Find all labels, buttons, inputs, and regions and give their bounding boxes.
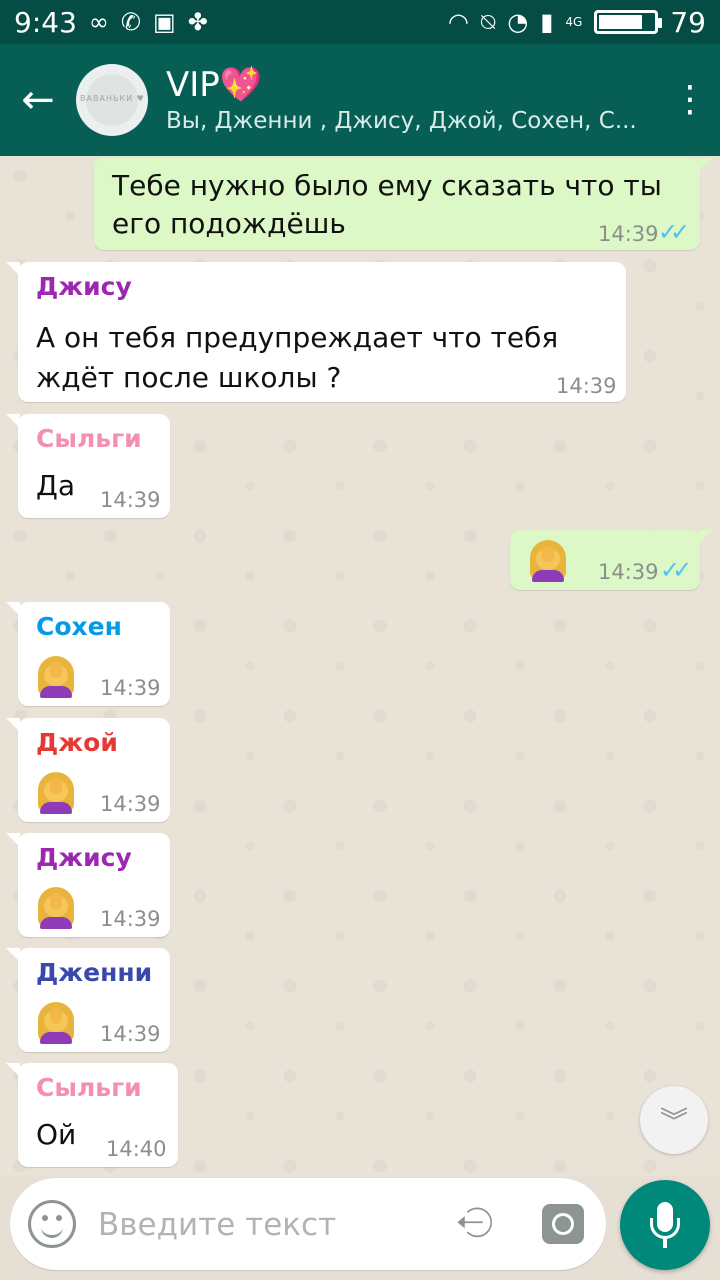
message-time: 14:39	[100, 676, 161, 700]
message-time: 14:39	[556, 374, 617, 398]
message-incoming[interactable]: Сыльги Ой 14:40	[6, 1063, 178, 1167]
image-icon: ▣	[153, 8, 176, 36]
camera-icon[interactable]	[542, 1204, 584, 1244]
battery-level: 79	[670, 5, 706, 39]
message-text: его подождёшь	[112, 207, 346, 240]
message-time: 14:39	[100, 488, 161, 512]
message-text: Да	[36, 469, 76, 502]
attach-paperclip-icon[interactable]: ⎋	[450, 1196, 505, 1251]
message-sender: Джой	[36, 728, 118, 757]
battery-icon	[594, 10, 663, 34]
avatar-label: ВАВАНЬКИ ♥	[80, 94, 145, 103]
message-text: Ой	[36, 1118, 77, 1151]
message-time: 14:39	[598, 222, 659, 246]
message-text: Тебе нужно было ему сказать что ты	[112, 169, 662, 202]
wifi-icon: ◔	[507, 8, 529, 36]
chat-participants: Вы, Дженни , Джису, Джой, Сохен, С...	[166, 108, 637, 134]
chevron-double-down-icon: ︾	[659, 1105, 688, 1138]
headphones-icon: ◠	[447, 8, 469, 36]
message-time: 14:39	[100, 907, 161, 931]
message-sender: Джису	[36, 843, 132, 872]
message-time: 14:39	[100, 1022, 161, 1046]
chat-header: ← ВАВАНЬКИ ♥ VIP💖 Вы, Дженни , Джису, Дж…	[0, 44, 720, 156]
read-receipt-icon: ✓✓	[658, 218, 690, 246]
facepalm-emoji-icon	[36, 887, 76, 929]
message-time: 14:39	[598, 560, 659, 584]
message-sender: Дженни	[36, 958, 153, 987]
signal-icon: ▮	[540, 8, 554, 36]
message-list[interactable]: Тебе нужно было ему сказать что ты его п…	[0, 156, 720, 1176]
facepalm-emoji-icon	[36, 656, 76, 698]
message-text: ждёт после школы ?	[36, 361, 342, 394]
message-time: 14:40	[106, 1137, 167, 1161]
message-incoming[interactable]: Джису А он тебя предупреждает что тебя ж…	[6, 262, 626, 402]
voice-record-button[interactable]	[620, 1180, 710, 1270]
facepalm-emoji-icon	[36, 772, 76, 814]
message-sender: Сыльги	[36, 424, 142, 453]
message-incoming[interactable]: Джису 14:39	[6, 833, 170, 937]
emoji-icon[interactable]	[28, 1200, 76, 1248]
message-text: А он тебя предупреждает что тебя	[36, 321, 559, 354]
clover-icon: ✤	[187, 8, 208, 36]
whatsapp-icon: ✆	[120, 8, 141, 36]
scroll-down-button[interactable]: ︾	[640, 1086, 708, 1154]
message-sender: Джису	[36, 272, 132, 301]
message-sender: Сыльги	[36, 1073, 142, 1102]
read-receipt-icon: ✓✓	[660, 556, 692, 584]
message-composer: ⎋	[10, 1178, 606, 1270]
back-arrow-icon[interactable]: ←	[0, 44, 76, 156]
infinity-icon: ∞	[88, 8, 109, 36]
group-avatar[interactable]: ВАВАНЬКИ ♥	[76, 64, 148, 136]
status-time: 9:43	[14, 5, 77, 39]
status-bar: 9:43 ∞ ✆ ▣ ✤ ◠ ⍉ ◔ ▮ 4G 79	[0, 0, 720, 44]
facepalm-emoji-icon	[528, 540, 568, 582]
message-time: 14:39	[100, 792, 161, 816]
message-outgoing[interactable]: Тебе нужно было ему сказать что ты его п…	[94, 158, 712, 250]
signal-4g-icon: 4G	[565, 15, 583, 29]
message-incoming[interactable]: Дженни 14:39	[6, 948, 170, 1052]
facepalm-emoji-icon	[36, 1002, 76, 1044]
message-outgoing[interactable]: 14:39 ✓✓	[510, 530, 712, 590]
chat-title-area[interactable]: VIP💖 Вы, Дженни , Джису, Джой, Сохен, С.…	[166, 64, 660, 136]
message-incoming[interactable]: Сыльги Да 14:39	[6, 414, 170, 518]
message-sender: Сохен	[36, 612, 122, 641]
message-incoming[interactable]: Сохен 14:39	[6, 602, 170, 706]
more-options-icon[interactable]: ⋮	[660, 82, 720, 118]
message-input[interactable]	[96, 1198, 440, 1252]
bell-off-icon: ⍉	[480, 8, 496, 36]
message-incoming[interactable]: Джой 14:39	[6, 718, 170, 822]
chat-title: VIP💖	[166, 65, 263, 105]
